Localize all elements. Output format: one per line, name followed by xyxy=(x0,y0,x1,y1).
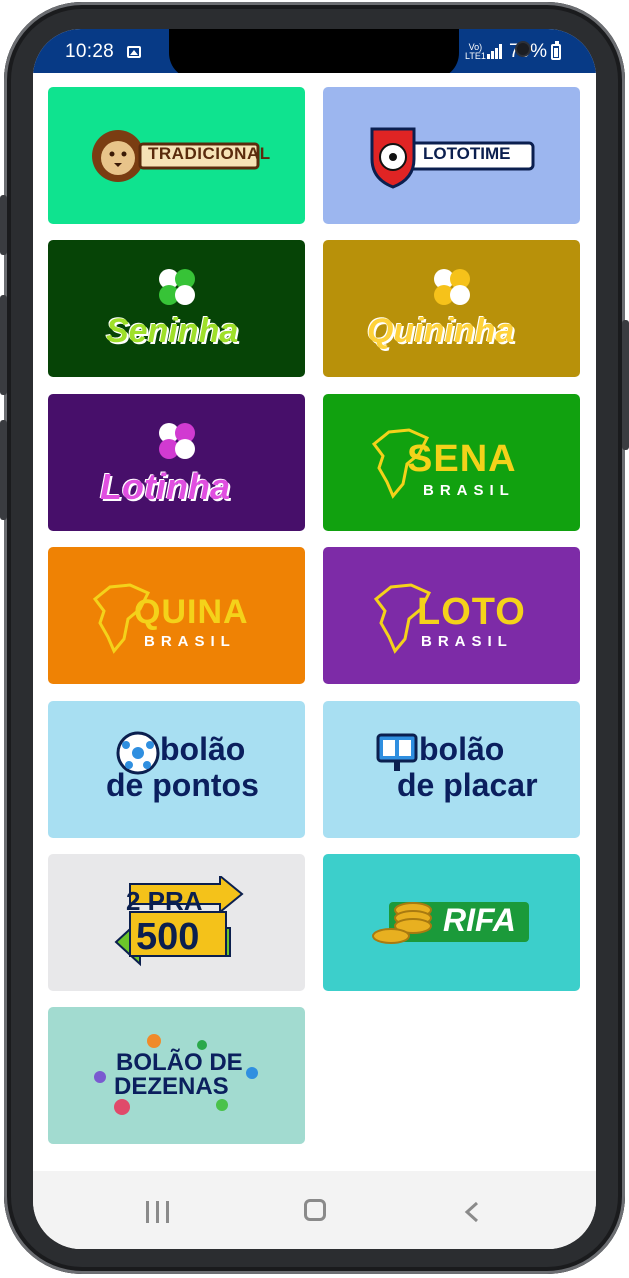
game-card-tradicional[interactable]: TRADICIONAL xyxy=(48,87,305,224)
volume-button xyxy=(0,195,7,255)
power-button xyxy=(622,320,629,450)
volte-bottom: LTE1 xyxy=(465,51,486,61)
front-camera-icon xyxy=(515,41,531,57)
system-nav-bar xyxy=(33,1171,596,1249)
game-label: Seninha xyxy=(106,312,239,350)
game-sublabel: de pontos xyxy=(106,767,259,803)
game-card-lototime[interactable]: LOTOTIME xyxy=(323,87,580,224)
status-time: 10:28 xyxy=(65,41,115,62)
back-button[interactable] xyxy=(463,1201,481,1223)
game-card-2-pra-500[interactable]: 2 PRA 500 xyxy=(48,854,305,991)
game-card-sena-brasil[interactable]: SENA BRASIL xyxy=(323,394,580,531)
game-label: Lotinha xyxy=(100,466,230,507)
game-card-bolao-de-dezenas[interactable]: BOLÃO DE DEZENAS xyxy=(48,1007,305,1144)
clover-icon xyxy=(159,423,195,459)
clover-icon xyxy=(159,269,195,305)
game-label: LOTO xyxy=(417,591,526,633)
game-label: bolão xyxy=(160,731,246,767)
camera-notch xyxy=(169,29,531,79)
game-label: SENA xyxy=(407,438,517,480)
volte-indicator: Vo) LTE1 xyxy=(465,43,486,61)
game-sublabel: de placar xyxy=(397,767,538,803)
volume-down-button xyxy=(0,295,7,395)
game-sublabel: BRASIL xyxy=(144,633,236,650)
game-label: Quininha xyxy=(367,312,515,350)
game-label: 2 PRA xyxy=(126,886,203,916)
game-card-lotinha[interactable]: Lotinha xyxy=(48,394,305,531)
game-label: TRADICIONAL xyxy=(148,144,271,163)
game-card-bolao-de-placar[interactable]: bolão de placar xyxy=(323,701,580,838)
game-label: LOTOTIME xyxy=(423,144,511,163)
game-label: RIFA xyxy=(443,902,516,938)
recent-apps-button[interactable] xyxy=(146,1201,172,1223)
game-sublabel: 500 xyxy=(136,916,200,958)
game-label: bolão xyxy=(419,731,505,767)
game-card-bolao-de-pontos[interactable]: bolão de pontos xyxy=(48,701,305,838)
signal-icon xyxy=(487,44,503,59)
side-button xyxy=(0,420,7,520)
clover-icon xyxy=(434,269,470,305)
game-sublabel: BRASIL xyxy=(421,633,513,650)
game-card-rifa[interactable]: RIFA xyxy=(323,854,580,991)
game-list: TRADICIONAL LOTOTIME Seninha Quininha Lo… xyxy=(33,73,596,1171)
home-button[interactable] xyxy=(304,1199,326,1221)
game-card-loto-brasil[interactable]: LOTO BRASIL xyxy=(323,547,580,684)
screen: 10:28 Vo) LTE1 79% TRADICIONAL xyxy=(33,29,596,1249)
battery-icon xyxy=(551,41,561,60)
game-label: QUINA xyxy=(134,593,249,631)
game-sublabel: BRASIL xyxy=(423,482,515,499)
game-sublabel: DEZENAS xyxy=(114,1073,229,1100)
game-card-quininha[interactable]: Quininha xyxy=(323,240,580,377)
image-notification-icon xyxy=(127,46,141,58)
game-card-seninha[interactable]: Seninha xyxy=(48,240,305,377)
game-card-quina-brasil[interactable]: QUINA BRASIL xyxy=(48,547,305,684)
